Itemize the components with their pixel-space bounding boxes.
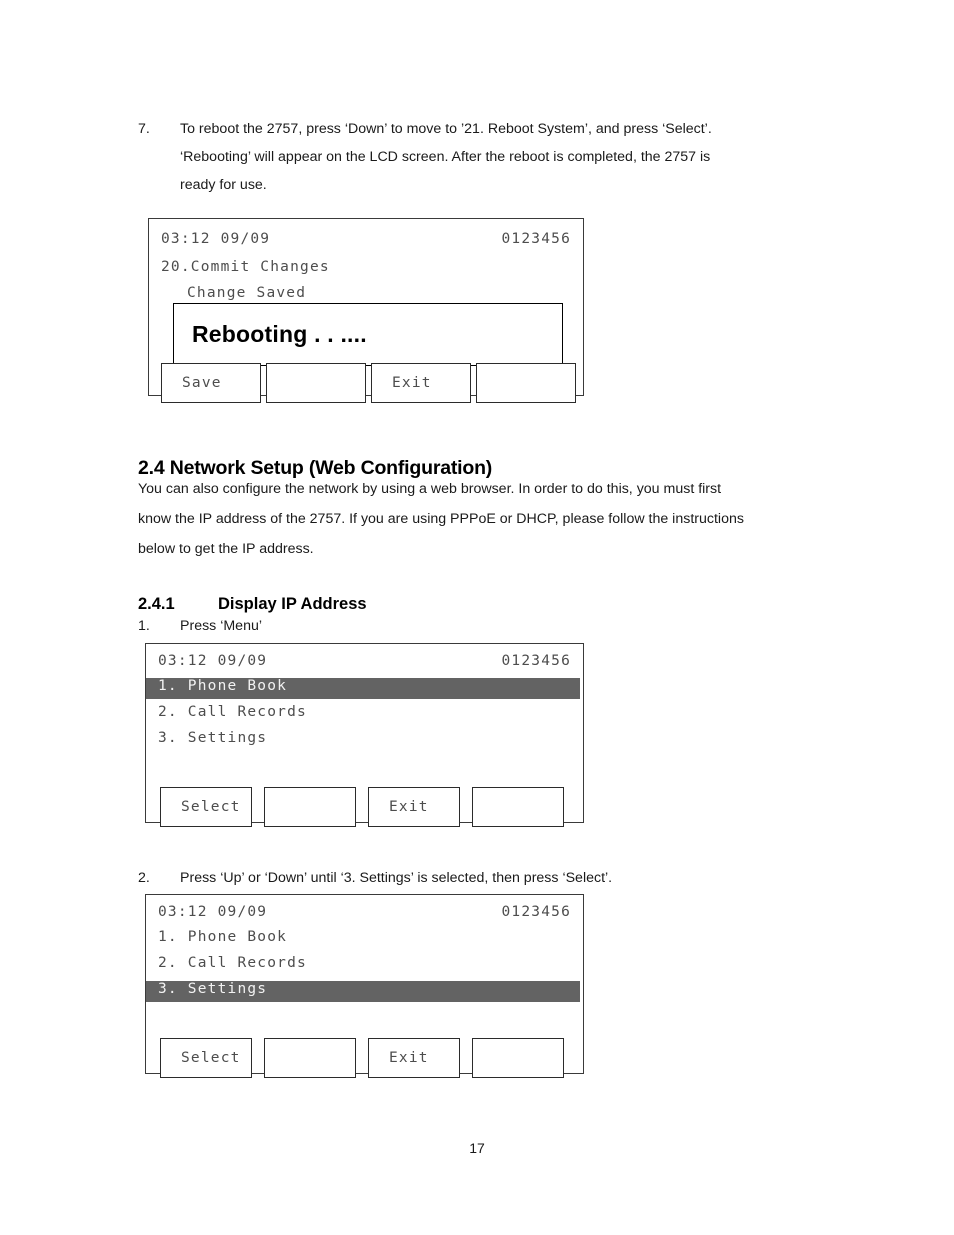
- lcd3-status-bar: 03:12 09/09 0123456: [146, 904, 583, 920]
- lcd2-menu-item-call-records[interactable]: 2. Call Records: [146, 704, 583, 720]
- softkey-exit[interactable]: Exit: [371, 363, 471, 403]
- softkey-select[interactable]: Select: [160, 1038, 252, 1078]
- softkey-blank-2[interactable]: [476, 363, 576, 403]
- softkey-blank-2[interactable]: [472, 1038, 564, 1078]
- step-1-text: Press ‘Menu’: [180, 618, 263, 634]
- lcd3-menu-item-phone-book[interactable]: 1. Phone Book: [146, 929, 583, 945]
- step-7-line-3: ready for use.: [180, 177, 267, 193]
- step-2-text: Press ‘Up’ or ‘Down’ until ‘3. Settings’…: [180, 870, 613, 886]
- softkey-blank-1[interactable]: [264, 787, 356, 827]
- softkey-blank-1[interactable]: [266, 363, 366, 403]
- document-page: 7. To reboot the 2757, press ‘Down’ to m…: [0, 0, 954, 1235]
- section-2-4-paragraph: You can also configure the network by us…: [138, 474, 828, 564]
- step-2-number: 2.: [138, 870, 150, 886]
- step-1-number: 1.: [138, 618, 150, 634]
- lcd1-reboot-text: Rebooting . . ....: [192, 321, 367, 347]
- lcd2-menu-item-settings[interactable]: 3. Settings: [146, 730, 583, 746]
- lcd3-status-id: 0123456: [501, 904, 571, 920]
- lcd3-menu-item-settings[interactable]: 3. Settings: [146, 981, 580, 1002]
- section-2-4-paragraph-line-1: You can also configure the network by us…: [138, 481, 722, 497]
- softkey-blank-1[interactable]: [264, 1038, 356, 1078]
- softkey-exit[interactable]: Exit: [368, 1038, 460, 1078]
- lcd1-status-id: 0123456: [501, 231, 571, 247]
- lcd1-status-time: 03:12 09/09: [161, 231, 271, 247]
- lcd2-status-time: 03:12 09/09: [158, 653, 268, 669]
- lcd1-message: Change Saved: [187, 285, 307, 301]
- lcd3-menu-item-call-records[interactable]: 2. Call Records: [146, 955, 583, 971]
- lcd2-menu-item-phone-book[interactable]: 1. Phone Book: [146, 678, 580, 699]
- step-1: 1. Press ‘Menu’: [138, 612, 738, 640]
- step-7-body: To reboot the 2757, press ‘Down’ to move…: [180, 115, 818, 199]
- section-2-4-paragraph-line-3: below to get the IP address.: [138, 541, 314, 557]
- step-7-number: 7.: [138, 121, 150, 137]
- lcd2-softkey-row: Select Exit: [160, 787, 580, 827]
- step-7-line-1: To reboot the 2757, press ‘Down’ to move…: [180, 121, 712, 137]
- softkey-blank-2[interactable]: [472, 787, 564, 827]
- lcd1-status-bar: 03:12 09/09 0123456: [149, 231, 583, 247]
- section-2-4-paragraph-line-2: know the IP address of the 2757. If you …: [138, 511, 744, 527]
- step-2: 2. Press ‘Up’ or ‘Down’ until ‘3. Settin…: [138, 864, 778, 892]
- softkey-select[interactable]: Select: [160, 787, 252, 827]
- step-7: 7. To reboot the 2757, press ‘Down’ to m…: [138, 115, 818, 199]
- section-2-4-1-heading: 2.4.1 Display IP Address: [138, 595, 367, 614]
- lcd3-softkey-row: Select Exit: [160, 1038, 580, 1078]
- lcd-screen-main-menu: 03:12 09/09 0123456 1. Phone Book 2. Cal…: [145, 643, 584, 827]
- lcd2-status-id: 0123456: [501, 653, 571, 669]
- lcd3-status-time: 03:12 09/09: [158, 904, 268, 920]
- lcd-screen-rebooting: 03:12 09/09 0123456 20.Commit Changes Ch…: [148, 218, 584, 403]
- page-number: 17: [469, 1140, 485, 1156]
- lcd1-reboot-dialog: Rebooting . . ....: [173, 303, 563, 366]
- lcd1-menu-title: 20.Commit Changes: [161, 259, 330, 275]
- section-2-4-1-number: 2.4.1: [138, 594, 175, 613]
- lcd-screen-settings-selected: 03:12 09/09 0123456 1. Phone Book 2. Cal…: [145, 894, 584, 1078]
- softkey-save[interactable]: Save: [161, 363, 261, 403]
- lcd1-softkey-row: Save Exit: [161, 363, 581, 403]
- section-2-4-1-title: Display IP Address: [218, 594, 367, 613]
- lcd2-status-bar: 03:12 09/09 0123456: [146, 653, 583, 669]
- step-7-line-2: ‘Rebooting’ will appear on the LCD scree…: [180, 149, 711, 165]
- softkey-exit[interactable]: Exit: [368, 787, 460, 827]
